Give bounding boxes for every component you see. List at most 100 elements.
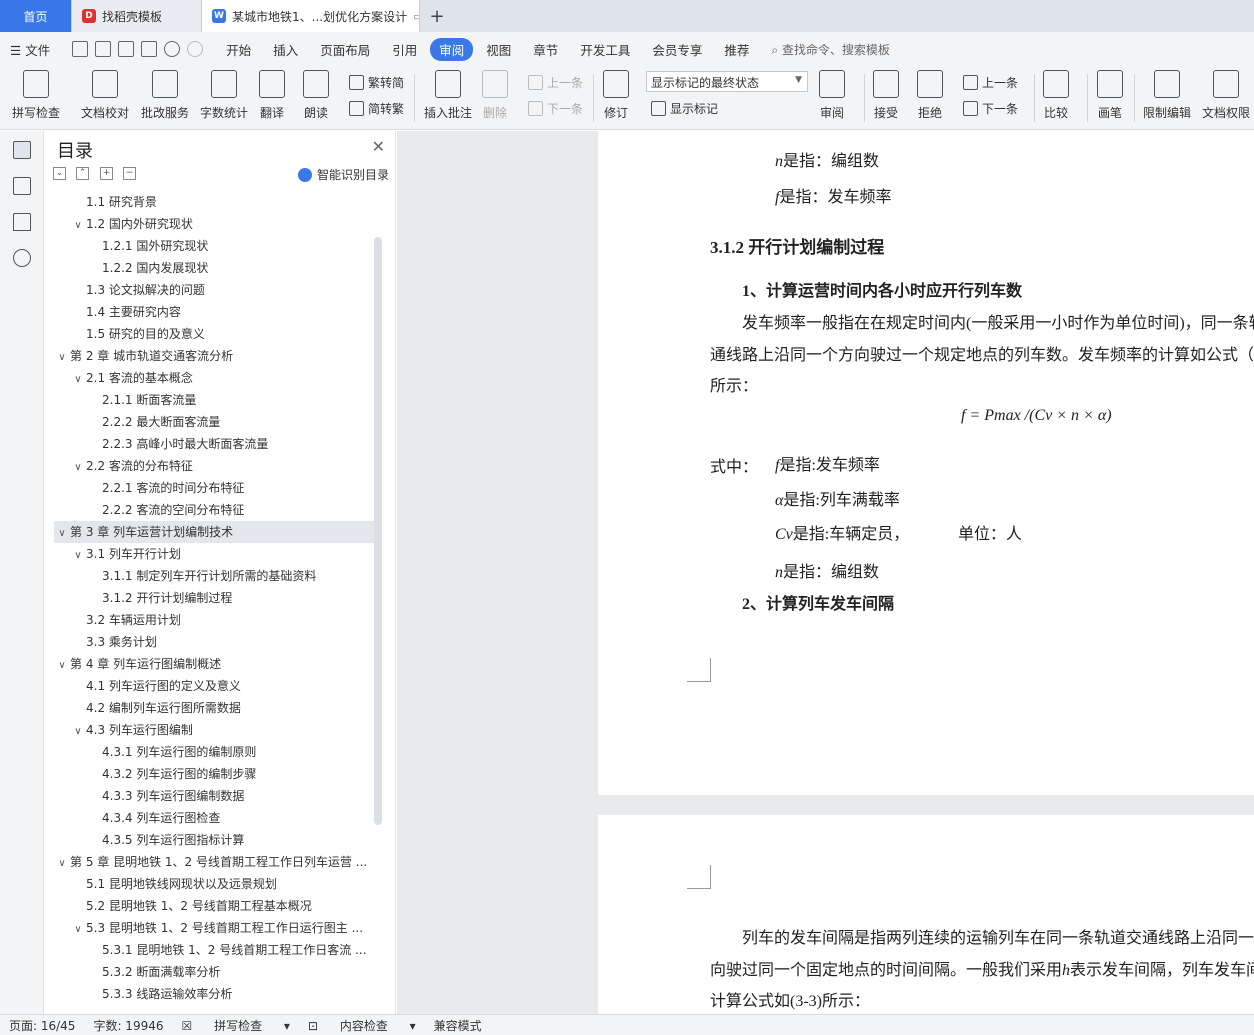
toc-item[interactable]: ∨ 2.1 客流的基本概念 — [54, 367, 375, 389]
toc-item[interactable]: ∨ 第 4 章 列车运行图编制概述 — [54, 653, 375, 675]
reject-button[interactable]: 拒绝 — [917, 70, 943, 121]
prev-change-button[interactable]: 上一条 — [963, 74, 1018, 91]
toc-item[interactable]: 4.2 编制列车运行图所需数据 — [54, 697, 375, 719]
menu-insert[interactable]: 插入 — [273, 40, 298, 59]
page-indicator[interactable]: 页面: 16/45 — [9, 1017, 75, 1034]
chevron-down-icon[interactable]: ∨ — [70, 919, 86, 939]
toc-item[interactable]: 1.4 主要研究内容 — [54, 301, 375, 323]
print-icon[interactable] — [118, 41, 135, 57]
accept-button[interactable]: 接受 — [873, 70, 899, 121]
restrict-editing-button[interactable]: 限制编辑 — [1143, 70, 1191, 121]
menu-member[interactable]: 会员专享 — [652, 40, 702, 59]
toc-item[interactable]: 4.3.4 列车运行图检查 — [54, 807, 375, 829]
compare-button[interactable]: 比较 — [1043, 70, 1069, 121]
next-change-button[interactable]: 下一条 — [963, 100, 1018, 117]
toc-item[interactable]: 5.2 昆明地铁 1、2 号线首期工程基本概况 — [54, 895, 375, 917]
section-nav-icon[interactable] — [13, 177, 31, 195]
toc-item[interactable]: 2.2.1 客流的时间分布特征 — [54, 477, 375, 499]
toc-item[interactable]: ∨ 第 3 章 列车运营计划编制技术 — [54, 521, 375, 543]
next-comment-button[interactable]: 下一条 — [528, 100, 583, 117]
toc-item[interactable]: 4.3.2 列车运行图的编制步骤 — [54, 763, 375, 785]
toc-item[interactable]: 1.3 论文拟解决的问题 — [54, 279, 375, 301]
proofread-button[interactable]: 文档校对 — [81, 70, 129, 121]
word-count-button[interactable]: 字数统计 — [200, 70, 248, 121]
undo-icon[interactable] — [164, 41, 181, 57]
toc-item[interactable]: 2.1.1 断面客流量 — [54, 389, 375, 411]
trad-to-simp-button[interactable]: 繁转简 — [349, 74, 404, 91]
toc-item[interactable]: 1.1 研究背景 — [54, 191, 375, 213]
toc-icon[interactable] — [13, 141, 31, 159]
simp-to-trad-button[interactable]: 简转繁 — [349, 100, 404, 117]
toc-item[interactable]: 5.3.3 线路运输效率分析 — [54, 983, 375, 1005]
toc-item[interactable]: 1.2.2 国内发展现状 — [54, 257, 375, 279]
menu-developer[interactable]: 开发工具 — [580, 40, 630, 59]
insert-comment-button[interactable]: 插入批注 — [424, 70, 472, 121]
tab-template[interactable]: D 找稻壳模板 — [72, 0, 202, 32]
content-check-status[interactable]: ⊡ 内容检查 ▾ — [308, 1017, 416, 1034]
chevron-down-icon[interactable]: ∨ — [54, 853, 70, 873]
revise-service-button[interactable]: 批改服务 — [141, 70, 189, 121]
toc-item[interactable]: ∨ 2.2 客流的分布特征 — [54, 455, 375, 477]
menu-view[interactable]: 视图 — [486, 40, 511, 59]
chevron-down-icon[interactable]: ∨ — [70, 721, 86, 741]
read-aloud-button[interactable]: 朗读 — [303, 70, 329, 121]
chevron-down-icon[interactable]: ∨ — [70, 545, 86, 565]
toc-item[interactable]: 1.2.1 国外研究现状 — [54, 235, 375, 257]
toc-item[interactable]: 5.3.1 昆明地铁 1、2 号线首期工程工作日客流 ... — [54, 939, 375, 961]
markup-state-select[interactable]: 显示标记的最终状态 ▼ — [646, 71, 808, 92]
export-pdf-icon[interactable] — [95, 41, 112, 57]
translate-button[interactable]: 翻译 — [259, 70, 285, 121]
menu-recommend[interactable]: 推荐 — [724, 40, 749, 59]
track-changes-button[interactable]: 修订 — [603, 70, 629, 121]
save-icon[interactable] — [72, 41, 89, 57]
menu-section[interactable]: 章节 — [533, 40, 558, 59]
print-preview-icon[interactable] — [141, 41, 158, 57]
file-menu[interactable]: ☰ 文件 — [10, 40, 50, 59]
toc-item[interactable]: 3.3 乘务计划 — [54, 631, 375, 653]
new-tab-button[interactable]: + — [420, 0, 454, 32]
command-search[interactable]: ⌕ 查找命令、搜索模板 — [771, 41, 890, 58]
chevron-down-icon[interactable]: ∨ — [70, 369, 86, 389]
smart-toc-button[interactable]: 智能识别目录 — [297, 166, 389, 183]
collapse-all-icon[interactable]: ⌃ — [76, 167, 89, 180]
menu-reference[interactable]: 引用 — [392, 40, 417, 59]
toc-item[interactable]: 5.1 昆明地铁线网现状以及远景规划 — [54, 873, 375, 895]
prev-comment-button[interactable]: 上一条 — [528, 74, 583, 91]
toc-item[interactable]: 5.3.2 断面满载率分析 — [54, 961, 375, 983]
toc-item[interactable]: 2.2.2 最大断面客流量 — [54, 411, 375, 433]
menu-review[interactable]: 审阅 — [430, 37, 474, 61]
toc-item[interactable]: 3.1.2 开行计划编制过程 — [54, 587, 375, 609]
toc-item[interactable]: 1.5 研究的目的及意义 — [54, 323, 375, 345]
toc-item[interactable]: ∨ 1.2 国内外研究现状 — [54, 213, 375, 235]
remove-heading-icon[interactable]: − — [123, 167, 136, 180]
toc-item[interactable]: ∨ 5.3 昆明地铁 1、2 号线首期工程工作日运行图主 ... — [54, 917, 375, 939]
document-permission-button[interactable]: 文档权限 — [1202, 70, 1250, 121]
toc-item[interactable]: 3.2 车辆运用计划 — [54, 609, 375, 631]
chevron-down-icon[interactable]: ∨ — [70, 457, 86, 477]
menu-start[interactable]: 开始 — [226, 40, 251, 59]
chevron-down-icon[interactable]: ∨ — [54, 655, 70, 675]
add-heading-icon[interactable]: + — [100, 167, 113, 180]
chevron-down-icon[interactable]: ∨ — [54, 347, 70, 367]
pen-button[interactable]: 画笔 — [1097, 70, 1123, 121]
chevron-down-icon[interactable]: ∨ — [54, 523, 70, 543]
toc-scrollbar[interactable] — [374, 237, 382, 825]
toc-item[interactable]: 4.3.5 列车运行图指标计算 — [54, 829, 375, 851]
search-icon[interactable] — [13, 249, 31, 267]
toc-item[interactable]: 4.3.3 列车运行图编制数据 — [54, 785, 375, 807]
toc-item[interactable]: ∨ 3.1 列车开行计划 — [54, 543, 375, 565]
spell-check-button[interactable]: 拼写检查 — [12, 70, 60, 121]
delete-comment-button[interactable]: 删除 — [482, 70, 508, 121]
review-pane-button[interactable]: 审阅 — [819, 70, 845, 121]
show-markup-button[interactable]: 显示标记 — [651, 100, 718, 117]
expand-all-icon[interactable]: ⌄ — [53, 167, 66, 180]
toc-item[interactable]: 2.2.2 客流的空间分布特征 — [54, 499, 375, 521]
chevron-down-icon[interactable]: ∨ — [70, 215, 86, 235]
toc-item[interactable]: ∨ 第 2 章 城市轨道交通客流分析 — [54, 345, 375, 367]
redo-icon[interactable] — [187, 41, 204, 57]
bookmark-icon[interactable] — [13, 213, 31, 231]
tab-home[interactable]: 首页 — [0, 0, 72, 32]
toc-item[interactable]: ∨ 4.3 列车运行图编制 — [54, 719, 375, 741]
menu-layout[interactable]: 页面布局 — [320, 40, 370, 59]
toc-item[interactable]: 4.1 列车运行图的定义及意义 — [54, 675, 375, 697]
